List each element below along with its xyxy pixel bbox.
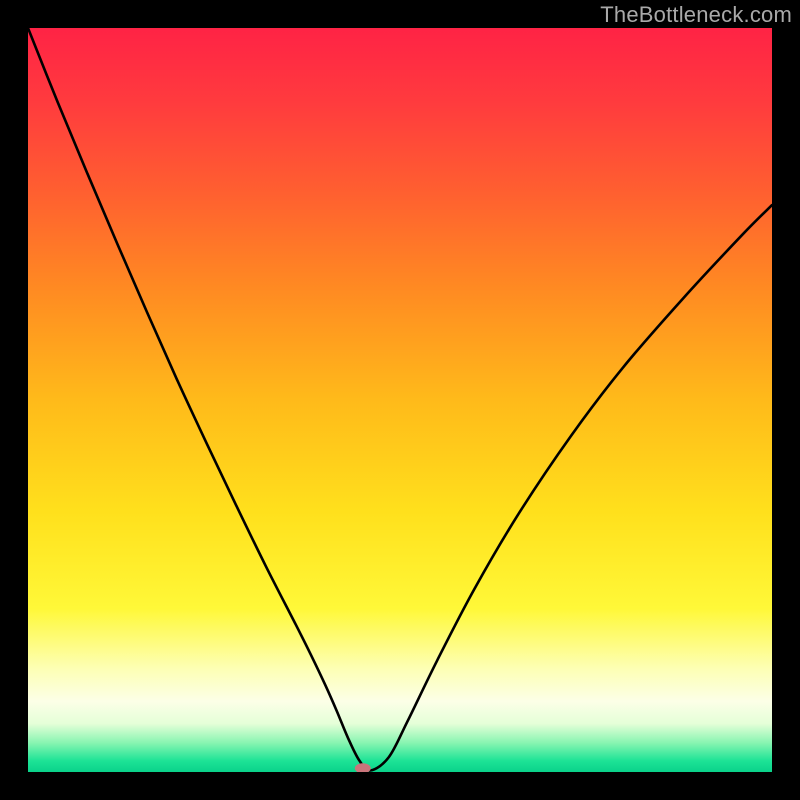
watermark-text: TheBottleneck.com (600, 2, 792, 28)
chart-svg (28, 28, 772, 772)
chart-frame: TheBottleneck.com (0, 0, 800, 800)
gradient-background (28, 28, 772, 772)
plot-area (28, 28, 772, 772)
